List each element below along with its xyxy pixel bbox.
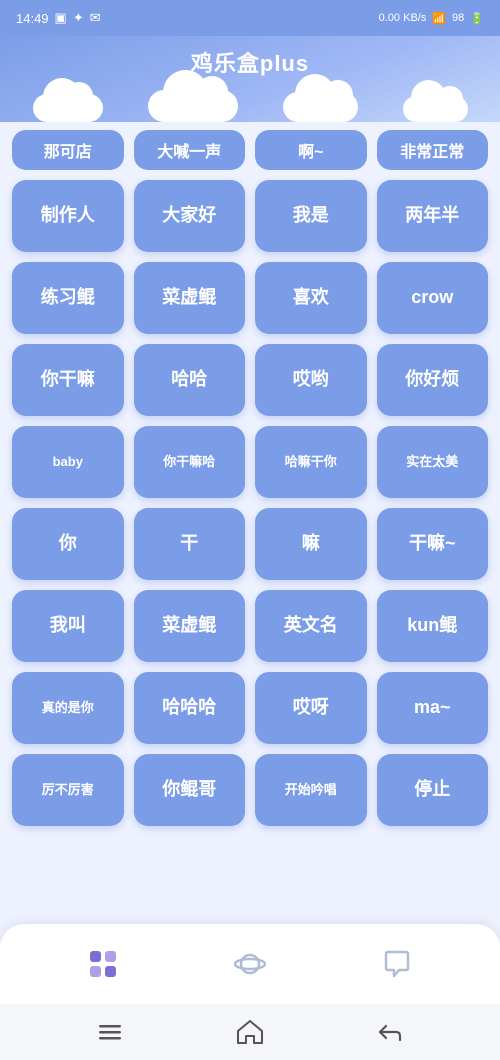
app-title: 鸡乐盒plus xyxy=(0,46,500,84)
nav-item-planet[interactable] xyxy=(212,938,288,990)
btn-1-0[interactable]: 练习鲲 xyxy=(12,262,124,334)
btn-4-3[interactable]: 干嘛~ xyxy=(377,508,489,580)
home-button[interactable] xyxy=(235,1017,265,1047)
btn-0-3[interactable]: 两年半 xyxy=(377,180,489,252)
btn-0-2[interactable]: 我是 xyxy=(255,180,367,252)
btn-6-0[interactable]: 真的是你 xyxy=(12,672,124,744)
btn-2-3[interactable]: 你好烦 xyxy=(377,344,489,416)
grid-icon xyxy=(85,946,121,982)
cloud-decoration xyxy=(0,84,500,122)
status-time: 14:49 xyxy=(16,11,49,26)
btn-partial-3[interactable]: 非常正常 xyxy=(377,130,489,170)
network-speed: 0.00 KB/s xyxy=(379,12,427,24)
btn-partial-0[interactable]: 那可店 xyxy=(12,130,124,170)
btn-4-2[interactable]: 嘛 xyxy=(255,508,367,580)
status-right: 0.00 KB/s 📶 98 🔋 xyxy=(379,12,484,25)
btn-6-3[interactable]: ma~ xyxy=(377,672,489,744)
btn-7-1[interactable]: 你鲲哥 xyxy=(134,754,246,826)
btn-0-1[interactable]: 大家好 xyxy=(134,180,246,252)
main-content: 那可店 大喊一声 啊~ 非常正常 制作人 大家好 我是 两年半 练习鲲 菜虚鲲 … xyxy=(0,122,500,938)
status-icon1: ▣ xyxy=(55,10,67,26)
btn-3-0[interactable]: baby xyxy=(12,426,124,498)
status-icon3: ✉ xyxy=(90,10,101,26)
bottom-nav xyxy=(0,924,500,1004)
planet-icon xyxy=(232,946,268,982)
status-icon2: ✦ xyxy=(73,10,84,26)
battery-icon: 🔋 xyxy=(470,12,484,25)
btn-1-1[interactable]: 菜虚鲲 xyxy=(134,262,246,334)
btn-7-2[interactable]: 开始吟唱 xyxy=(255,754,367,826)
nav-item-chat[interactable] xyxy=(359,938,435,990)
btn-0-0[interactable]: 制作人 xyxy=(12,180,124,252)
btn-partial-2[interactable]: 啊~ xyxy=(255,130,367,170)
btn-7-3[interactable]: 停止 xyxy=(377,754,489,826)
btn-1-2[interactable]: 喜欢 xyxy=(255,262,367,334)
button-grid: 制作人 大家好 我是 两年半 练习鲲 菜虚鲲 喜欢 crow 你干嘛 哈哈 哎哟… xyxy=(12,180,488,826)
battery-level: 98 xyxy=(452,12,464,24)
btn-2-1[interactable]: 哈哈 xyxy=(134,344,246,416)
status-left: 14:49 ▣ ✦ ✉ xyxy=(16,10,101,26)
btn-4-0[interactable]: 你 xyxy=(12,508,124,580)
btn-3-2[interactable]: 哈嘛干你 xyxy=(255,426,367,498)
btn-6-2[interactable]: 哎呀 xyxy=(255,672,367,744)
btn-5-3[interactable]: kun鲲 xyxy=(377,590,489,662)
back-button[interactable] xyxy=(376,1018,404,1046)
btn-2-0[interactable]: 你干嘛 xyxy=(12,344,124,416)
chat-icon xyxy=(379,946,415,982)
btn-partial-1[interactable]: 大喊一声 xyxy=(134,130,246,170)
status-bar: 14:49 ▣ ✦ ✉ 0.00 KB/s 📶 98 🔋 xyxy=(0,0,500,36)
btn-5-1[interactable]: 菜虚鲲 xyxy=(134,590,246,662)
system-bar xyxy=(0,1004,500,1060)
partial-row: 那可店 大喊一声 啊~ 非常正常 xyxy=(12,130,488,170)
menu-button[interactable] xyxy=(96,1018,124,1046)
btn-4-1[interactable]: 干 xyxy=(134,508,246,580)
btn-3-1[interactable]: 你干嘛哈 xyxy=(134,426,246,498)
btn-7-0[interactable]: 厉不厉害 xyxy=(12,754,124,826)
nav-item-grid[interactable] xyxy=(65,938,141,990)
btn-2-2[interactable]: 哎哟 xyxy=(255,344,367,416)
btn-5-0[interactable]: 我叫 xyxy=(12,590,124,662)
btn-5-2[interactable]: 英文名 xyxy=(255,590,367,662)
btn-3-3[interactable]: 实在太美 xyxy=(377,426,489,498)
wifi-icon: 📶 xyxy=(432,12,446,25)
btn-6-1[interactable]: 哈哈哈 xyxy=(134,672,246,744)
header: 鸡乐盒plus xyxy=(0,36,500,122)
btn-1-3[interactable]: crow xyxy=(377,262,489,334)
